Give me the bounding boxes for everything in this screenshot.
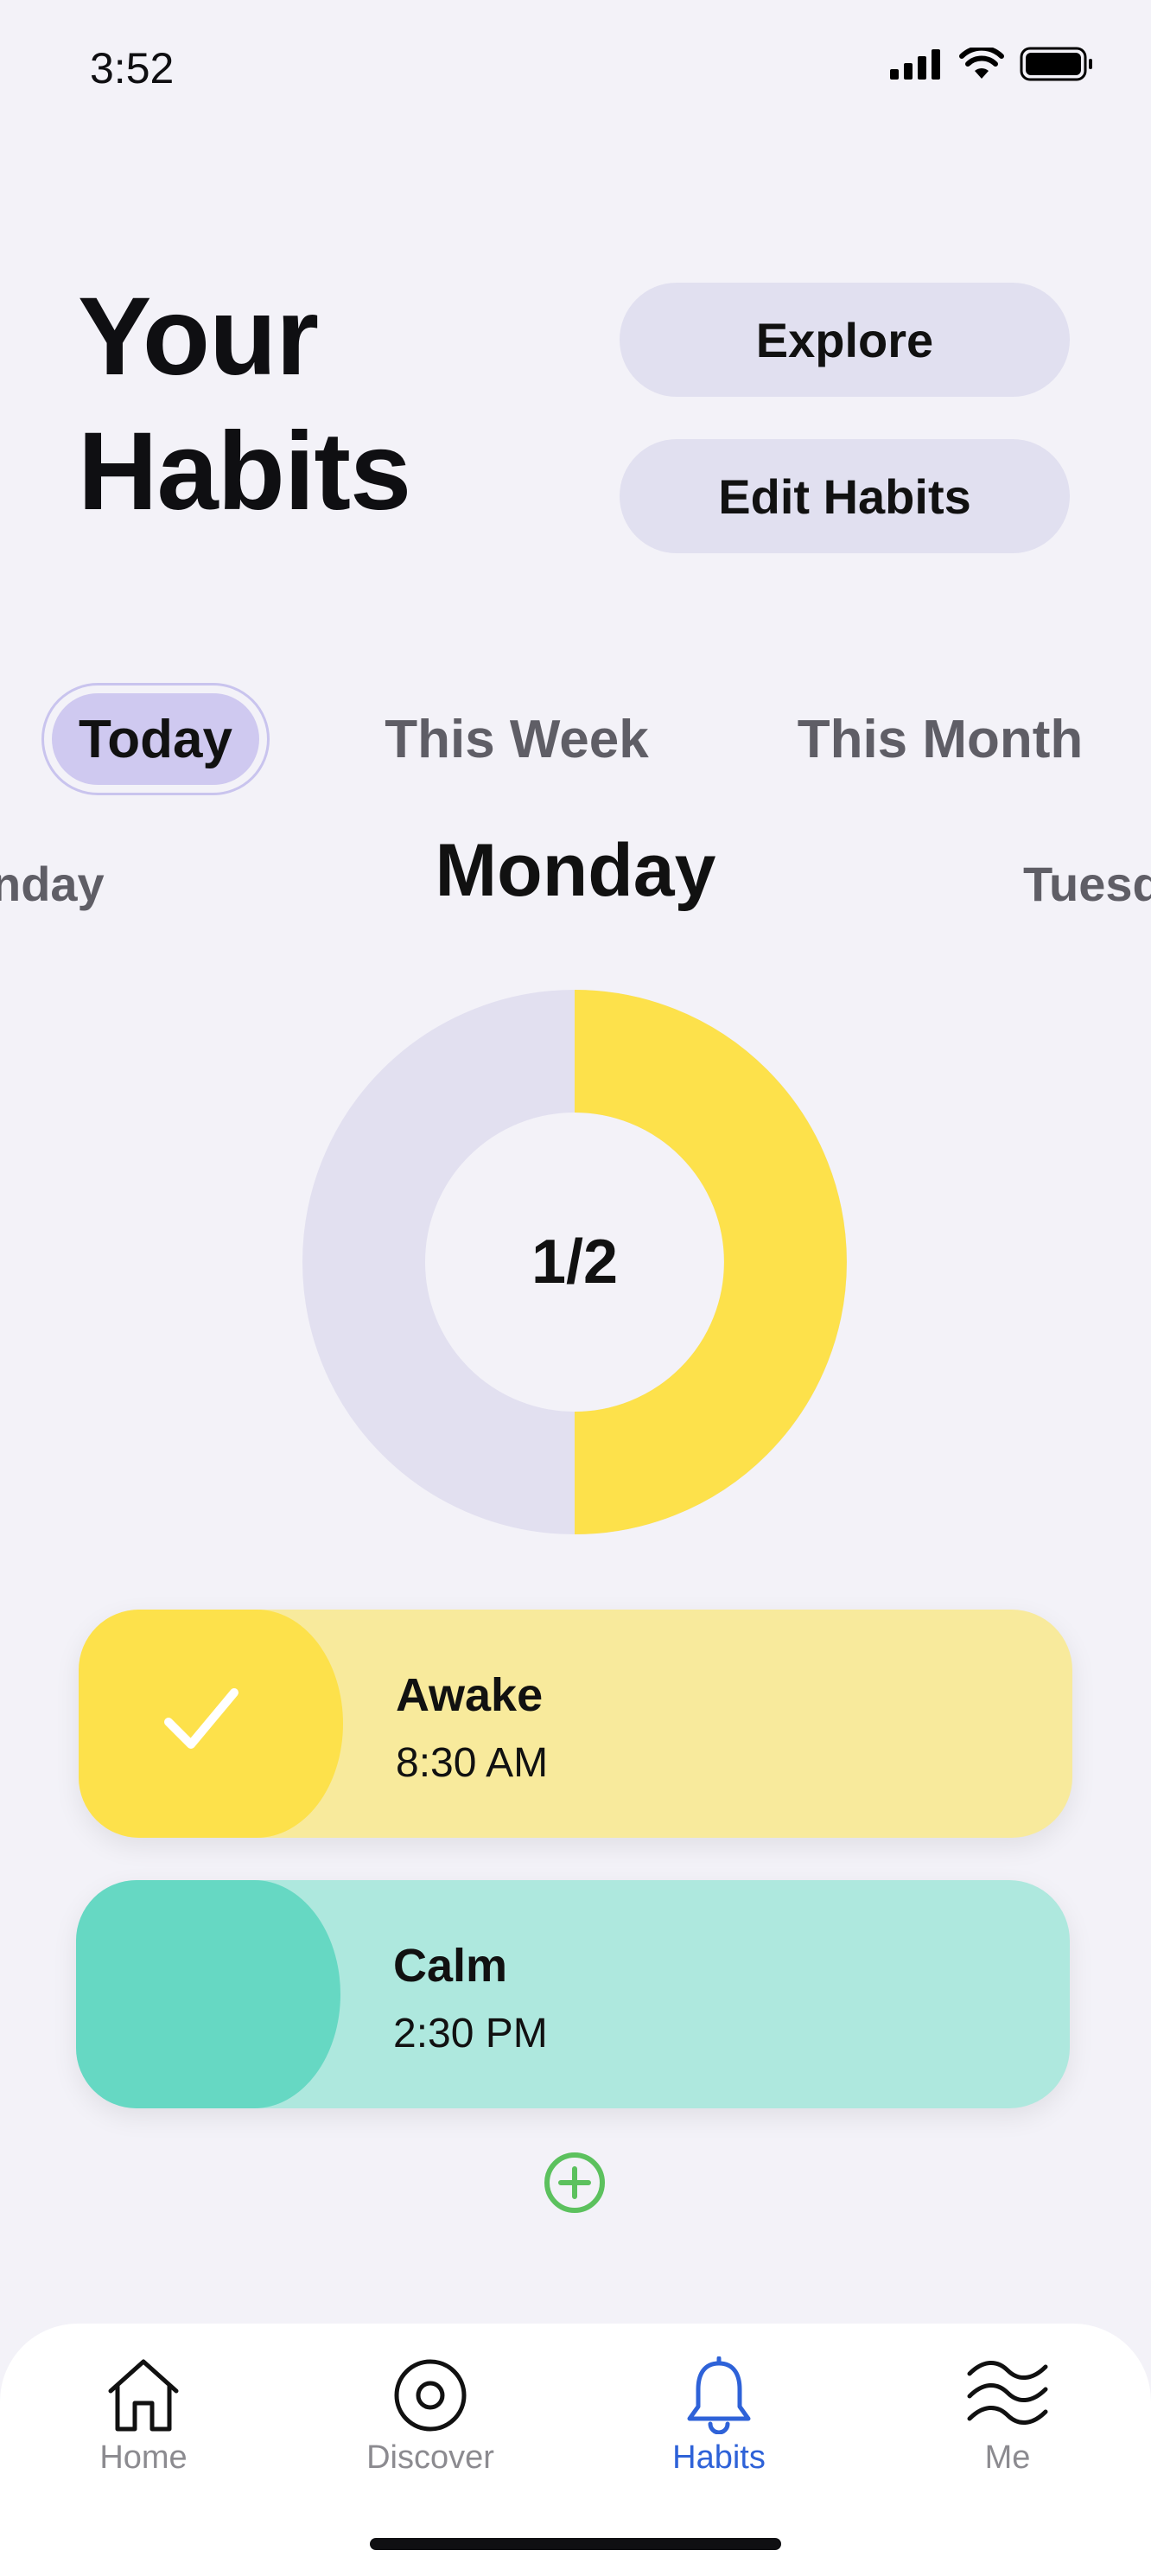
nav-home[interactable]: Home	[48, 2356, 238, 2486]
page-title-line2: Habits	[78, 410, 411, 533]
cellular-signal-icon	[890, 49, 940, 80]
nav-me[interactable]: Me	[913, 2356, 1103, 2486]
tab-today-label: Today	[79, 709, 232, 769]
habit-card-calm[interactable]: Calm 2:30 PM	[76, 1880, 1070, 2108]
habit-card-awake[interactable]: Awake 8:30 AM	[79, 1610, 1072, 1838]
nav-home-label: Home	[99, 2439, 188, 2476]
day-next[interactable]: Tuesd	[1023, 856, 1151, 912]
habit-status-area[interactable]	[79, 1610, 343, 1838]
nav-discover[interactable]: Discover	[335, 2356, 525, 2486]
nav-habits-label: Habits	[672, 2439, 766, 2476]
tab-this-week[interactable]: This Week	[370, 683, 664, 795]
page-title-line1: Your	[78, 275, 319, 399]
bell-icon	[687, 2356, 751, 2434]
target-icon	[394, 2359, 467, 2432]
status-bar: 3:52	[0, 0, 1151, 138]
habit-time: 8:30 AM	[396, 1740, 549, 1786]
period-tabs: Today This Week This Month	[41, 683, 1130, 795]
habit-name: Calm	[393, 1940, 508, 1992]
status-icons	[890, 47, 1094, 81]
habit-name: Awake	[396, 1669, 544, 1721]
habit-status-area[interactable]	[76, 1880, 340, 2108]
nav-habits[interactable]: Habits	[624, 2356, 814, 2486]
nav-discover-label: Discover	[366, 2439, 494, 2476]
status-time: 3:52	[90, 44, 175, 92]
checkmark-icon	[164, 1688, 238, 1749]
waves-icon	[967, 2361, 1048, 2425]
tab-this-month[interactable]: This Month	[776, 683, 1104, 795]
home-icon	[108, 2359, 179, 2432]
home-indicator	[370, 2538, 781, 2550]
wifi-icon	[959, 48, 1004, 79]
day-current: Monday	[435, 829, 716, 912]
progress-label: 1/2	[531, 1227, 619, 1297]
habit-time: 2:30 PM	[393, 2011, 548, 2056]
battery-icon	[1020, 47, 1092, 81]
nav-me-label: Me	[984, 2439, 1031, 2476]
page-title: Your Habits	[78, 270, 562, 539]
plus-circle-icon[interactable]	[543, 2151, 607, 2215]
explore-button[interactable]: Explore	[620, 283, 1070, 397]
tab-today[interactable]: Today	[41, 683, 270, 795]
edit-habits-button[interactable]: Edit Habits	[620, 439, 1070, 553]
